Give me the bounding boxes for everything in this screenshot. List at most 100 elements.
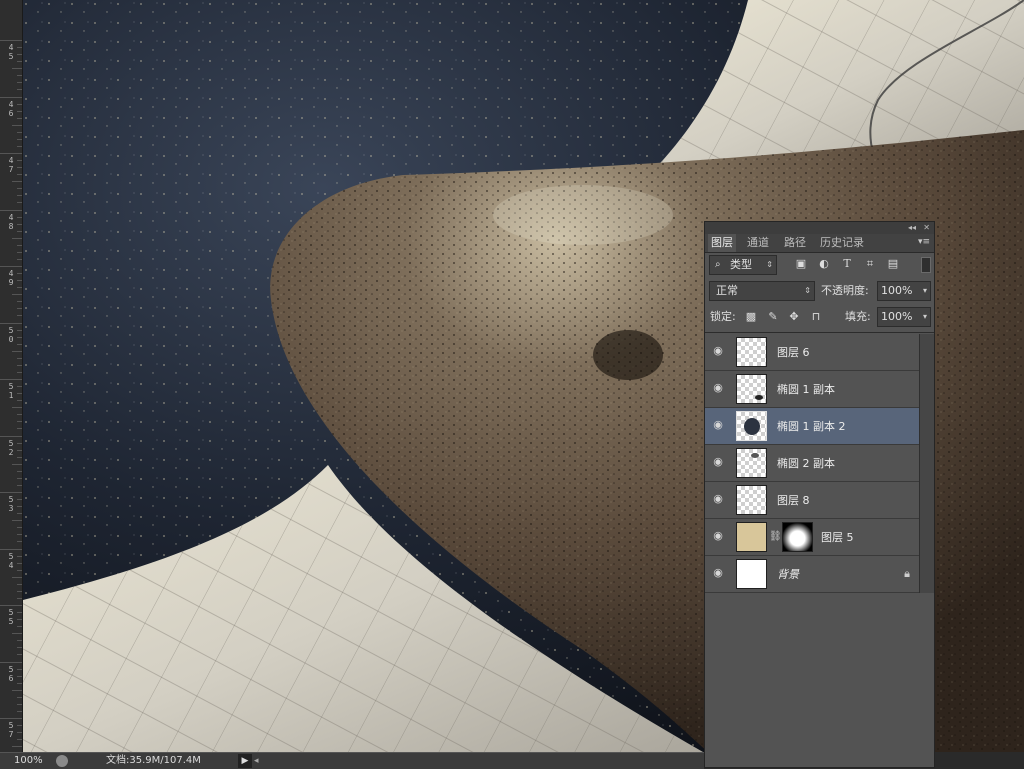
ruler-minor-tick: [17, 591, 22, 592]
vertical-ruler[interactable]: 4 5 4 6 4 7 4 8 4 9 5 0 5 1 5 2 5 3 5 4 5 5 5 6 5 7: [0, 0, 23, 768]
fill-label: 填充:: [845, 310, 871, 323]
ruler-label: 5 1: [8, 382, 14, 400]
layer-row[interactable]: ◉ 背景 🔒︎: [705, 556, 920, 593]
ruler-minor-tick: [17, 683, 22, 684]
opacity-field[interactable]: 100% ▾: [877, 281, 931, 301]
layers-panel: ◂◂ ✕ 图层 通道 路径 历史记录 ▾≡ ⌕ 类型 ⇕ ▣ ◐ T ⌗ ▤ 正…: [704, 221, 935, 768]
lock-transparent-pixels-icon[interactable]: ▩: [744, 307, 758, 327]
ruler-minor-tick: [17, 54, 22, 55]
ruler-label: 5 4: [8, 552, 14, 570]
close-panel-icon[interactable]: ✕: [923, 222, 930, 234]
blend-mode-select[interactable]: 正常 ⇕: [709, 281, 815, 301]
ruler-minor-tick: [17, 167, 22, 168]
layer-name[interactable]: 图层 6: [777, 334, 810, 371]
ruler-minor-tick: [17, 308, 22, 309]
ruler-minor-tick: [17, 188, 22, 189]
ruler-minor-tick: [17, 61, 22, 62]
shape-filter-icon[interactable]: ⌗: [863, 254, 877, 274]
fill-field[interactable]: 100% ▾: [877, 307, 931, 327]
layer-row-selected[interactable]: ◉ 椭圆 1 副本 2: [705, 408, 920, 445]
type-filter-icon[interactable]: T: [840, 254, 854, 274]
panel-menu-icon[interactable]: ▾≡: [918, 237, 930, 247]
fill-dropdown-icon[interactable]: ▾: [923, 308, 927, 326]
visibility-eye-icon[interactable]: ◉: [711, 381, 725, 395]
lock-image-pixels-icon[interactable]: ✎: [766, 307, 780, 327]
mask-link-icon[interactable]: ⛓: [769, 531, 782, 542]
ruler-minor-tick: [12, 68, 22, 69]
visibility-eye-icon[interactable]: ◉: [711, 418, 725, 432]
ruler-minor-tick: [17, 647, 22, 648]
ruler-minor-tick: [12, 238, 22, 239]
tab-history[interactable]: 历史记录: [817, 234, 867, 252]
lock-all-icon[interactable]: ⊓: [809, 307, 823, 327]
tab-layers[interactable]: 图层: [708, 234, 736, 252]
ruler-minor-tick: [17, 584, 22, 585]
layer-name[interactable]: 图层 8: [777, 482, 810, 519]
status-menu-arrow-icon[interactable]: ▶: [238, 754, 252, 768]
ruler-minor-tick: [17, 711, 22, 712]
layer-list-scrollbar[interactable]: [919, 334, 934, 593]
ruler-minor-tick: [12, 294, 22, 295]
ruler-minor-tick: [17, 400, 22, 401]
visibility-eye-icon[interactable]: ◉: [711, 566, 725, 580]
ruler-tick: [0, 379, 22, 380]
lock-icon: 🔒︎: [904, 567, 910, 580]
lock-position-icon[interactable]: ✥: [787, 307, 801, 327]
image-filter-icon[interactable]: ▣: [794, 254, 808, 274]
smart-object-filter-icon[interactable]: ▤: [886, 254, 900, 274]
zoom-level[interactable]: 100%: [14, 753, 43, 769]
visibility-eye-icon[interactable]: ◉: [711, 455, 725, 469]
dropdown-arrow-icon: ⇕: [766, 260, 773, 269]
scroll-left-icon[interactable]: ◂: [254, 753, 259, 769]
tab-channels[interactable]: 通道: [744, 234, 772, 252]
layer-name[interactable]: 椭圆 2 副本: [777, 445, 835, 482]
layer-name[interactable]: 椭圆 1 副本: [777, 371, 835, 408]
ruler-minor-tick: [17, 457, 22, 458]
ruler-minor-tick: [17, 174, 22, 175]
opacity-value: 100%: [881, 284, 913, 297]
ruler-label: 5 2: [8, 439, 14, 457]
ruler-tick: [0, 40, 22, 41]
layer-name[interactable]: 图层 5: [821, 519, 854, 556]
adjustment-filter-icon[interactable]: ◐: [817, 254, 831, 274]
layer-mask-thumbnail[interactable]: [782, 522, 813, 552]
ruler-minor-tick: [17, 626, 22, 627]
ruler-minor-tick: [17, 89, 22, 90]
opacity-dropdown-icon[interactable]: ▾: [923, 282, 927, 300]
ruler-minor-tick: [12, 181, 22, 182]
ruler-minor-tick: [17, 337, 22, 338]
divider: [705, 332, 934, 333]
filter-kind-select[interactable]: ⌕ 类型 ⇕: [709, 255, 777, 275]
visibility-eye-icon[interactable]: ◉: [711, 344, 725, 358]
ruler-minor-tick: [12, 746, 22, 747]
fill-value: 100%: [881, 310, 913, 323]
ruler-minor-tick: [17, 450, 22, 451]
ruler-minor-tick: [17, 697, 22, 698]
ruler-minor-tick: [17, 598, 22, 599]
layer-row[interactable]: ◉ 图层 6: [705, 334, 920, 371]
layer-thumbnail: [736, 374, 767, 404]
filter-toggle-switch[interactable]: [921, 257, 931, 273]
lock-label: 锁定:: [710, 310, 736, 323]
collapse-panel-icon[interactable]: ◂◂: [908, 222, 916, 234]
ruler-minor-tick: [17, 75, 22, 76]
ruler-label: 5 6: [8, 665, 14, 683]
ruler-minor-tick: [17, 563, 22, 564]
layer-name[interactable]: 背景: [777, 556, 799, 593]
document-info-icon[interactable]: [56, 755, 68, 767]
ruler-minor-tick: [17, 301, 22, 302]
visibility-eye-icon[interactable]: ◉: [711, 529, 725, 543]
ruler-minor-tick: [12, 125, 22, 126]
layer-row[interactable]: ◉ ⛓ 图层 5: [705, 519, 920, 556]
panel-title-bar[interactable]: ◂◂ ✕: [705, 222, 934, 234]
layer-row[interactable]: ◉ 图层 8: [705, 482, 920, 519]
visibility-eye-icon[interactable]: ◉: [711, 492, 725, 506]
ruler-tick: [0, 549, 22, 550]
ruler-minor-tick: [17, 344, 22, 345]
layer-name[interactable]: 椭圆 1 副本 2: [777, 408, 846, 445]
layer-row[interactable]: ◉ 椭圆 2 副本: [705, 445, 920, 482]
ruler-label: 4 7: [8, 156, 14, 174]
ruler-minor-tick: [17, 224, 22, 225]
tab-paths[interactable]: 路径: [781, 234, 809, 252]
layer-row[interactable]: ◉ 椭圆 1 副本: [705, 371, 920, 408]
